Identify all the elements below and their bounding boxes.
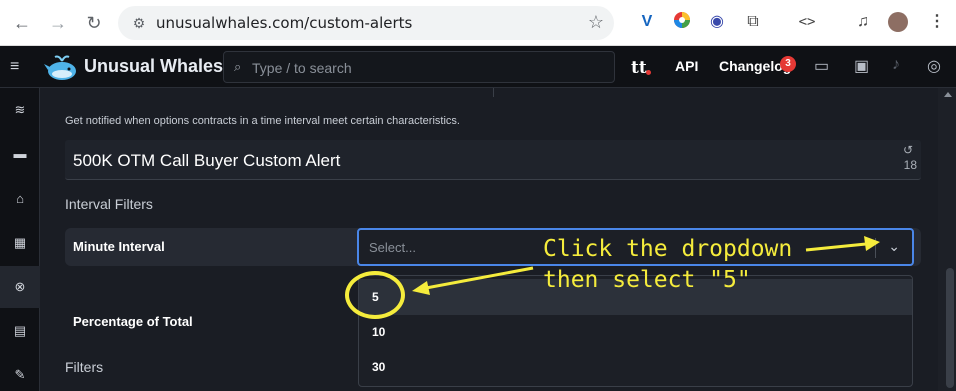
wallet-icon[interactable]: ▣: [854, 56, 869, 76]
sidebar: ≋ ▬ ⌂ ▦ ⊗ ▤ ✎: [0, 88, 40, 391]
extension-color-wheel-icon[interactable]: [671, 11, 693, 33]
search-input[interactable]: ⌕ Type / to search: [223, 51, 615, 83]
devtools-code-icon[interactable]: <>: [796, 11, 818, 33]
option-label: 30: [372, 360, 386, 374]
chevron-down-icon[interactable]: ⌄: [888, 238, 900, 255]
scrollbar[interactable]: [938, 88, 956, 391]
form-description: Get notified when options contracts in a…: [65, 115, 460, 127]
option-10[interactable]: 10: [359, 314, 912, 350]
option-label: 10: [372, 325, 386, 339]
profile-avatar[interactable]: [888, 12, 908, 32]
extension-shield-icon[interactable]: ◉: [706, 11, 728, 33]
alert-name-input[interactable]: 500K OTM Call Buyer Custom Alert ↺ 18: [65, 140, 921, 180]
option-30[interactable]: 30: [359, 349, 912, 385]
url-text[interactable]: unusualwhales.com/custom-alerts: [156, 14, 412, 32]
menu-icon[interactable]: ≡: [10, 58, 19, 76]
media-control-icon[interactable]: ♫: [852, 11, 874, 33]
forward-icon[interactable]: →: [46, 11, 70, 35]
alert-name-value[interactable]: 500K OTM Call Buyer Custom Alert: [73, 151, 340, 171]
book-icon[interactable]: ▭: [814, 56, 829, 76]
wave-icon[interactable]: ≋: [8, 98, 32, 122]
api-link[interactable]: API: [675, 58, 698, 74]
tool-icon[interactable]: ✎: [8, 363, 32, 387]
tt-link[interactable]: tt: [631, 58, 647, 78]
reload-icon[interactable]: ↻: [82, 11, 106, 35]
select-separator: [875, 238, 876, 258]
interval-filters-title: Interval Filters: [65, 196, 153, 212]
whale-logo-icon[interactable]: [44, 52, 78, 82]
calendar-icon[interactable]: ▦: [8, 231, 32, 255]
browser-menu-icon[interactable]: ⋮: [926, 11, 948, 33]
tt-dot: [646, 70, 651, 75]
divider: [493, 88, 494, 97]
annotation-line-2: then select "5": [543, 267, 751, 293]
annotation-line-1: Click the dropdown: [543, 236, 793, 262]
bell-icon[interactable]: ♪: [892, 56, 900, 74]
percentage-of-total-label: Percentage of Total: [73, 314, 193, 329]
changelog-badge: 3: [780, 56, 796, 72]
scroll-up-arrow[interactable]: [944, 92, 952, 97]
bank-icon[interactable]: ⌂: [8, 187, 32, 211]
back-icon[interactable]: ←: [10, 11, 34, 35]
search-placeholder: Type / to search: [252, 60, 352, 76]
account-icon[interactable]: ◎: [927, 56, 941, 76]
app-header: ≡ Unusual Whales ⌕ Type / to search tt A…: [0, 46, 956, 88]
binoculars-icon[interactable]: ⊗: [8, 275, 32, 299]
logo-text[interactable]: Unusual Whales: [84, 56, 223, 77]
filters-title: Filters: [65, 359, 104, 375]
site-settings-icon[interactable]: ⚙: [130, 14, 148, 32]
address-bar[interactable]: ⚙ unusualwhales.com/custom-alerts ☆: [118, 6, 614, 40]
extensions-puzzle-icon[interactable]: ⧉: [742, 11, 764, 33]
char-count: 18: [903, 158, 917, 172]
select-placeholder: Select...: [369, 240, 416, 255]
annotation-circle: [345, 271, 405, 319]
minute-interval-label: Minute Interval: [73, 239, 165, 254]
bookmark-star-icon[interactable]: ☆: [588, 12, 604, 33]
card-icon[interactable]: ▤: [8, 319, 32, 343]
scrollbar-thumb[interactable]: [946, 268, 954, 388]
search-icon: ⌕: [234, 59, 242, 74]
extension-v-icon[interactable]: V: [636, 11, 658, 33]
ticket-icon[interactable]: ▬: [8, 142, 32, 166]
reset-icon[interactable]: ↺: [903, 143, 913, 157]
browser-toolbar: ← → ↻ ⚙ unusualwhales.com/custom-alerts …: [0, 0, 956, 46]
